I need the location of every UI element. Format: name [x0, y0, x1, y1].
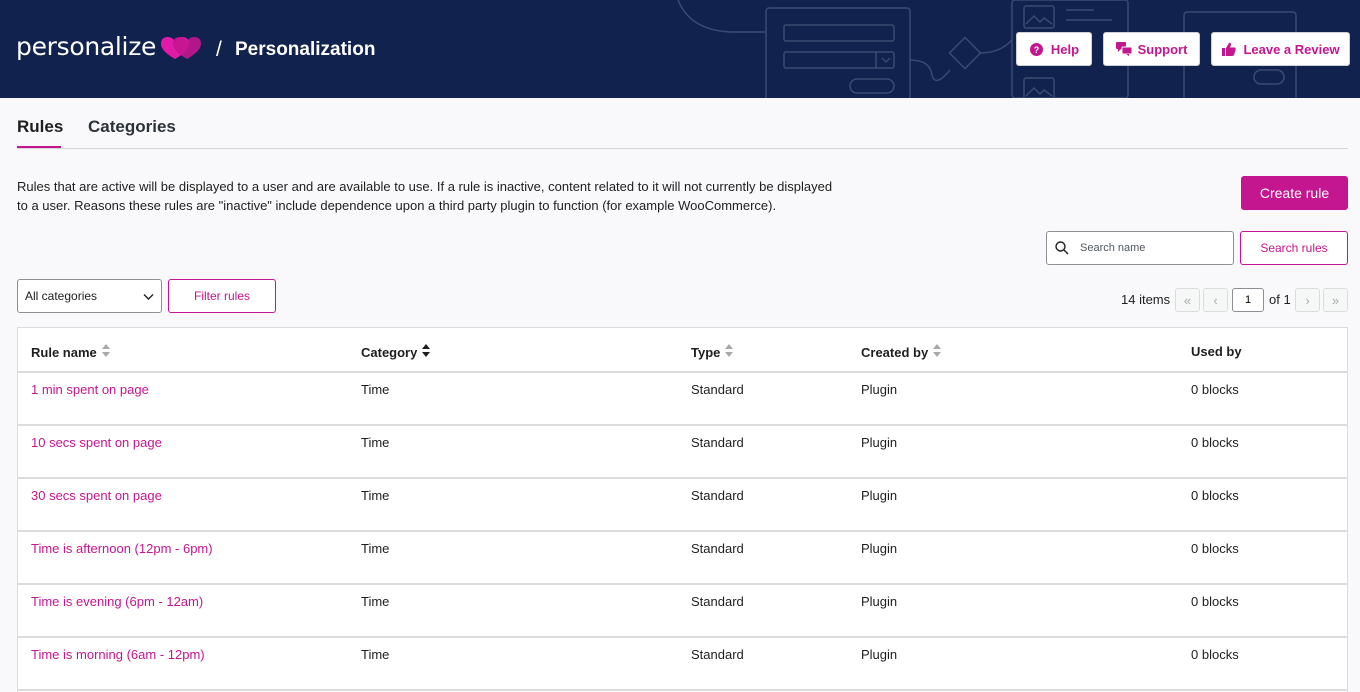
- search-field[interactable]: [1046, 231, 1234, 265]
- create-rule-button[interactable]: Create rule: [1241, 176, 1348, 210]
- table-row: Time is evening (6pm - 12am) Time Standa…: [18, 585, 1347, 638]
- support-button-label: Support: [1137, 41, 1188, 57]
- rule-type: Standard: [691, 541, 744, 556]
- rule-name-link[interactable]: 10 secs spent on page: [31, 435, 162, 450]
- rule-name-link[interactable]: 1 min spent on page: [31, 382, 149, 397]
- page-title: Personalization: [235, 39, 376, 60]
- breadcrumb-separator: /: [216, 38, 222, 61]
- chevron-down-icon: [143, 291, 154, 305]
- chat-bubbles-icon: [1115, 41, 1132, 57]
- brand-heart-icon: [161, 37, 202, 59]
- sort-ascending-icon: [422, 344, 431, 360]
- rule-type: Standard: [691, 435, 744, 450]
- thumbs-up-icon: [1221, 41, 1237, 57]
- table-row: 30 secs spent on page Time Standard Plug…: [18, 479, 1347, 532]
- rule-type: Standard: [691, 382, 744, 397]
- sort-icon: [725, 344, 734, 360]
- category-select[interactable]: All categories: [17, 279, 162, 313]
- search-icon: [1055, 241, 1069, 258]
- rule-created-by: Plugin: [861, 435, 898, 450]
- column-header-used-by: Used by: [1191, 344, 1242, 359]
- rules-description: Rules that are active will be displayed …: [17, 179, 833, 213]
- column-header-rule-name[interactable]: Rule name: [31, 344, 110, 360]
- column-label: Type: [691, 344, 721, 360]
- rule-used-by: 0 blocks: [1191, 541, 1239, 556]
- table-row: Time is morning (6am - 12pm) Time Standa…: [18, 638, 1347, 691]
- items-count: 14 items: [1121, 292, 1171, 307]
- rule-name-link[interactable]: Time is morning (6am - 12pm): [31, 647, 205, 662]
- rule-category: Time: [361, 541, 390, 556]
- rule-category: Time: [361, 435, 390, 450]
- leave-review-button-label: Leave a Review: [1243, 41, 1340, 57]
- brand-logo: personalize: [16, 30, 202, 64]
- rule-used-by: 0 blocks: [1191, 382, 1239, 397]
- rule-used-by: 0 blocks: [1191, 488, 1239, 503]
- rule-created-by: Plugin: [861, 647, 898, 662]
- table-row: 1 min spent on page Time Standard Plugin…: [18, 373, 1347, 426]
- rules-table: Rule name Category Type Created by Used …: [17, 327, 1348, 692]
- tabs-divider: [17, 148, 1348, 149]
- column-header-type[interactable]: Type: [691, 344, 734, 360]
- next-page-button[interactable]: ›: [1295, 288, 1320, 312]
- first-page-button[interactable]: «: [1175, 288, 1200, 312]
- brand-wordmark: personalize: [16, 32, 157, 61]
- rule-category: Time: [361, 647, 390, 662]
- rule-created-by: Plugin: [861, 488, 898, 503]
- rule-used-by: 0 blocks: [1191, 647, 1239, 662]
- rule-created-by: Plugin: [861, 382, 898, 397]
- column-header-created-by[interactable]: Created by: [861, 344, 942, 360]
- current-page-input[interactable]: [1232, 288, 1264, 312]
- svg-text:?: ?: [1034, 45, 1040, 55]
- sort-icon: [101, 344, 110, 360]
- total-pages: of 1: [1269, 292, 1291, 307]
- question-icon: ?: [1029, 41, 1045, 57]
- help-button-label: Help: [1050, 41, 1080, 57]
- rule-type: Standard: [691, 488, 744, 503]
- column-header-category[interactable]: Category: [361, 344, 431, 360]
- rule-created-by: Plugin: [861, 594, 898, 609]
- rule-created-by: Plugin: [861, 541, 898, 556]
- table-header: Rule name Category Type Created by Used …: [18, 328, 1347, 373]
- help-button[interactable]: ? Help: [1016, 32, 1092, 66]
- table-row: Time is afternoon (12pm - 6pm) Time Stan…: [18, 532, 1347, 585]
- rule-category: Time: [361, 488, 390, 503]
- top-banner: personalize / Personalization ? Help Sup…: [0, 0, 1360, 98]
- column-label: Created by: [861, 344, 929, 360]
- rule-used-by: 0 blocks: [1191, 435, 1239, 450]
- table-row: 10 secs spent on page Time Standard Plug…: [18, 426, 1347, 479]
- leave-review-button[interactable]: Leave a Review: [1211, 32, 1350, 66]
- rule-type: Standard: [691, 594, 744, 609]
- column-label: Category: [361, 344, 418, 360]
- last-page-button[interactable]: »: [1323, 288, 1348, 312]
- rule-name-link[interactable]: Time is evening (6pm - 12am): [31, 594, 203, 609]
- rule-name-link[interactable]: 30 secs spent on page: [31, 488, 162, 503]
- filter-rules-button[interactable]: Filter rules: [168, 279, 276, 313]
- tab-rules[interactable]: Rules: [17, 117, 63, 137]
- search-name-input[interactable]: [1080, 239, 1228, 257]
- rule-type: Standard: [691, 647, 744, 662]
- rule-used-by: 0 blocks: [1191, 594, 1239, 609]
- column-label: Rule name: [31, 344, 97, 360]
- category-select-value: All categories: [25, 289, 98, 303]
- search-rules-button[interactable]: Search rules: [1240, 231, 1348, 265]
- rule-name-link[interactable]: Time is afternoon (12pm - 6pm): [31, 541, 213, 556]
- rule-category: Time: [361, 594, 390, 609]
- column-label: Used by: [1191, 344, 1242, 359]
- support-button[interactable]: Support: [1103, 32, 1200, 66]
- rule-category: Time: [361, 382, 390, 397]
- sort-icon: [933, 344, 942, 360]
- previous-page-button[interactable]: ‹: [1203, 288, 1228, 312]
- tab-categories[interactable]: Categories: [88, 117, 176, 137]
